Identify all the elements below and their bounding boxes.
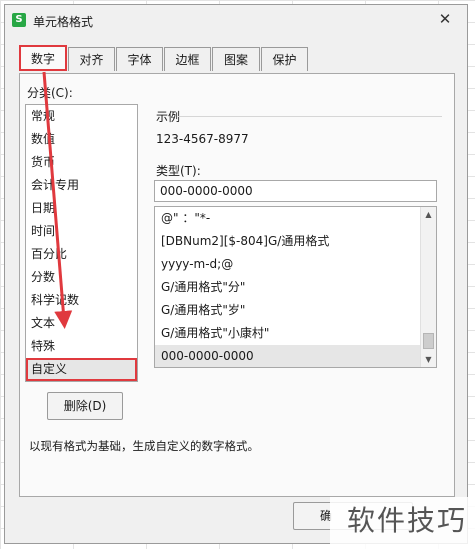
category-item-custom[interactable]: 自定义 [26,358,137,381]
category-label: 分类(C): [27,86,73,100]
category-item[interactable]: 会计专用 [26,174,137,197]
sample-value: 123-4567-8977 [156,132,249,146]
tab-border[interactable]: 边框 [164,47,211,71]
tab-font[interactable]: 字体 [116,47,163,71]
format-item[interactable]: @" ："*- [155,207,420,230]
delete-button[interactable]: 删除(D) [47,392,123,420]
title-bar: S 单元格格式 ✕ [5,5,467,35]
watermark-text: 软件技巧 [346,504,467,537]
watermark: 软件技巧 [330,497,475,549]
scroll-up-arrow-icon[interactable]: ▲ [421,207,436,222]
description-text: 以现有格式为基础，生成自定义的数字格式。 [29,439,259,453]
category-item[interactable]: 分数 [26,266,137,289]
type-label: 类型(T): [156,164,201,178]
tab-protection[interactable]: 保护 [261,47,308,71]
category-item[interactable]: 货币 [26,151,137,174]
dialog-title: 单元格格式 [33,15,94,29]
tab-number[interactable]: 数字 [19,45,67,71]
close-icon[interactable]: ✕ [435,9,455,29]
category-list[interactable]: 常规 数值 货币 会计专用 日期 时间 百分比 分数 科学记数 文本 特殊 自定… [25,104,138,382]
format-list[interactable]: @" ："*- [DBNum2][$-804]G/通用格式 yyyy-m-d;@… [154,206,437,368]
number-tab-panel: 分类(C): 常规 数值 货币 会计专用 日期 时间 百分比 分数 科学记数 文… [19,73,455,497]
format-item[interactable]: G/通用格式"小康村" [155,322,420,345]
category-item[interactable]: 日期 [26,197,137,220]
format-item[interactable]: [DBNum2][$-804]G/通用格式 [155,230,420,253]
tab-alignment[interactable]: 对齐 [68,47,115,71]
format-list-scrollbar[interactable]: ▲ ▼ [420,207,436,367]
format-cells-dialog: S 单元格格式 ✕ 数字 对齐 字体 边框 图案 保护 分类(C): 常规 数值… [4,4,468,544]
category-item[interactable]: 时间 [26,220,137,243]
format-item[interactable]: G/通用格式"分" [155,276,420,299]
tab-pattern[interactable]: 图案 [212,47,260,71]
format-item[interactable]: G/通用格式"岁" [155,299,420,322]
category-item[interactable]: 百分比 [26,243,137,266]
category-item[interactable]: 科学记数 [26,289,137,312]
category-item[interactable]: 文本 [26,312,137,335]
category-item[interactable]: 常规 [26,105,137,128]
app-icon: S [12,13,26,27]
scroll-thumb[interactable] [423,333,434,349]
scroll-down-arrow-icon[interactable]: ▼ [421,352,436,367]
sample-label: 示例 [156,110,181,124]
sample-divider [178,116,442,117]
category-item[interactable]: 特殊 [26,335,137,358]
format-item[interactable]: yyyy-m-d;@ [155,253,420,276]
category-item[interactable]: 数值 [26,128,137,151]
type-input[interactable]: 000-0000-0000 [154,180,437,202]
format-item-selected[interactable]: 000-0000-0000 [155,345,420,367]
